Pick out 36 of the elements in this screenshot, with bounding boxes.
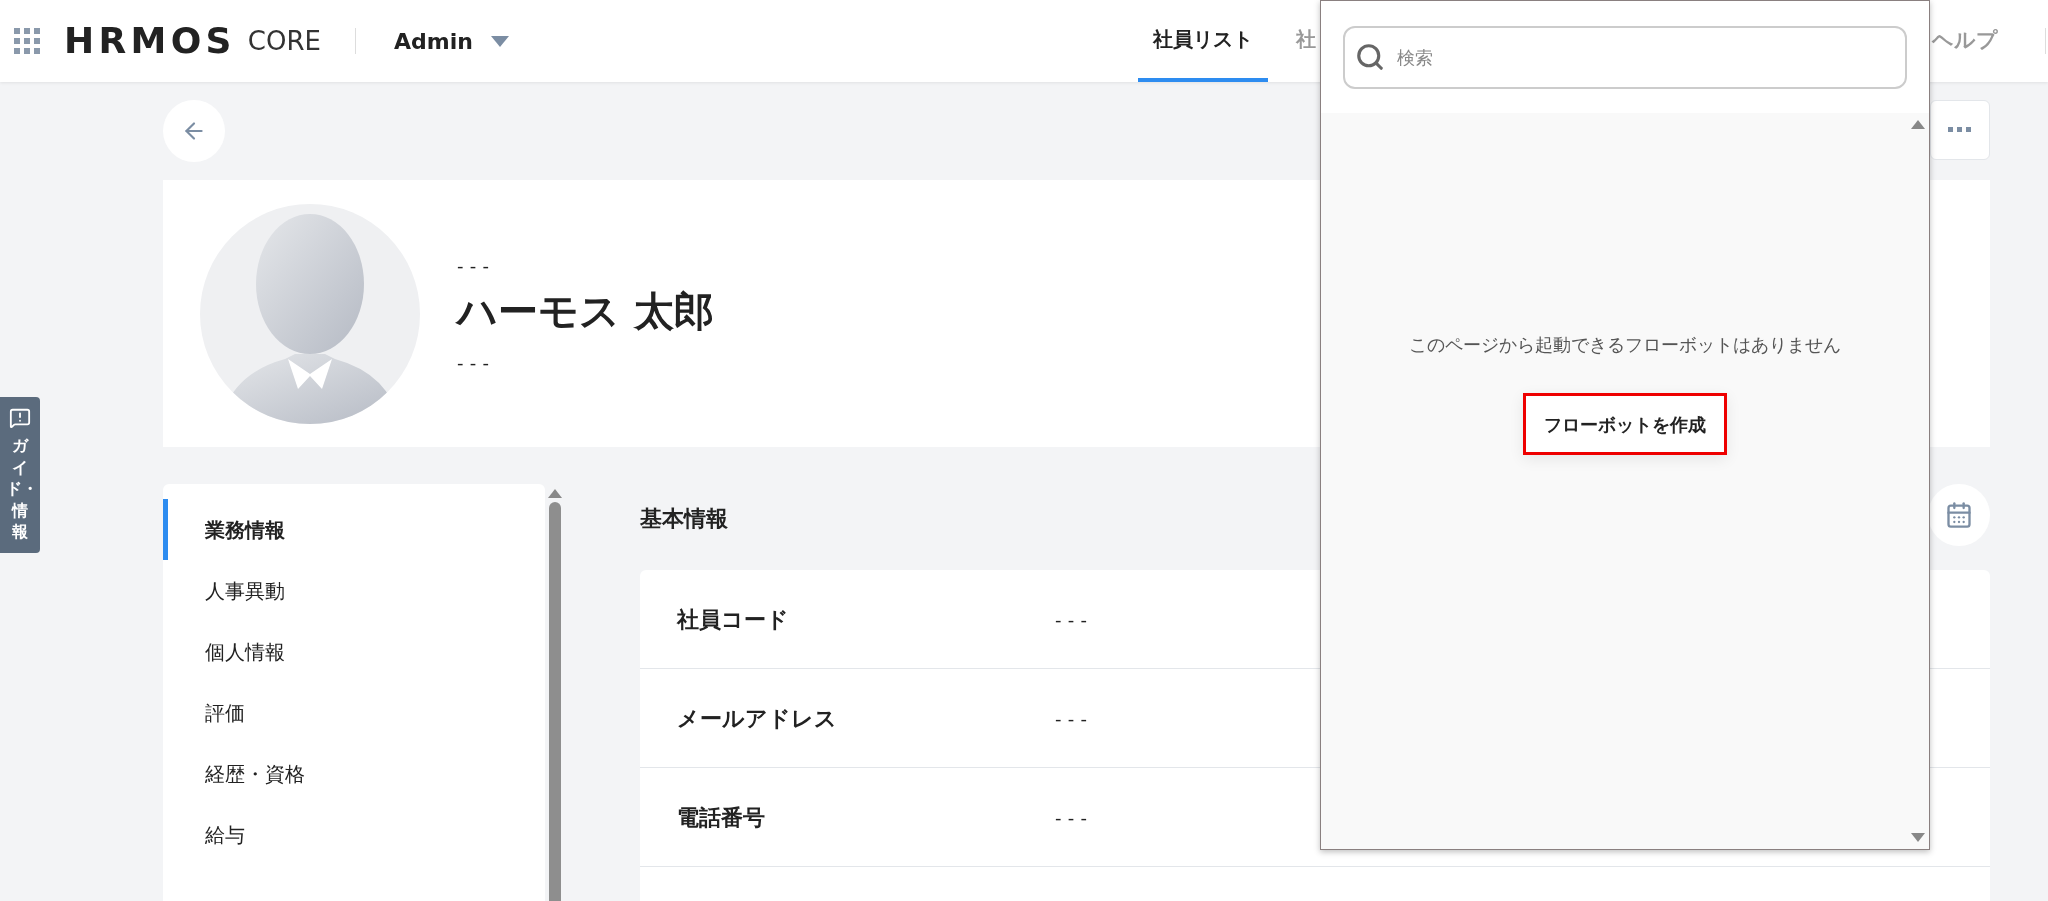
- product-name: CORE: [247, 24, 321, 58]
- info-icon: [9, 407, 31, 429]
- field-label: 電話番号: [677, 803, 766, 832]
- logo: HRMOS: [64, 19, 236, 63]
- scrollbar-thumb[interactable]: [548, 502, 561, 901]
- menu-item[interactable]: 経歴・資格: [163, 743, 545, 804]
- scroll-down-arrow-icon[interactable]: [1911, 833, 1925, 843]
- search-field[interactable]: 検索: [1343, 25, 1907, 89]
- avatar-icon: [200, 203, 420, 424]
- nav-tab[interactable]: 社員リスト: [1138, 0, 1268, 82]
- menu-item[interactable]: 個人情報: [163, 621, 545, 682]
- field-label: メールアドレス: [677, 704, 838, 733]
- field-value: ---: [1055, 706, 1094, 731]
- caret-icon: [490, 35, 509, 47]
- menu-item[interactable]: 評価: [163, 682, 545, 743]
- calendar-icon: [1945, 501, 1973, 529]
- field-label: 社員コード: [677, 605, 790, 634]
- guide-tab[interactable]: ガイド・情報: [0, 397, 40, 553]
- app-grid-icon[interactable]: [14, 28, 40, 54]
- empty-message: このページから起動できるフローボットはありません: [1409, 333, 1841, 357]
- employee-name: ハーモス 太郎: [457, 286, 714, 336]
- scroll-up-arrow-icon[interactable]: [547, 488, 562, 498]
- field-value: ---: [1055, 607, 1094, 632]
- profile-subtitle: ---: [457, 253, 497, 278]
- role-dropdown[interactable]: Admin: [393, 24, 509, 58]
- search-icon: [1355, 41, 1385, 72]
- section-title: 基本情報: [640, 505, 728, 533]
- more-icon: [1948, 127, 1972, 133]
- menu-item[interactable]: 人事異動: [163, 560, 545, 621]
- profile-caption: ---: [457, 350, 497, 375]
- more-button[interactable]: [1930, 100, 1990, 160]
- menu-item[interactable]: 給与: [163, 804, 545, 865]
- field-value: ---: [1055, 805, 1094, 830]
- guide-tab-label: ガイド・情報: [6, 435, 34, 543]
- scroll-up-arrow-icon[interactable]: [1911, 119, 1925, 129]
- create-flowbot-button[interactable]: フローボットを作成: [1523, 393, 1727, 455]
